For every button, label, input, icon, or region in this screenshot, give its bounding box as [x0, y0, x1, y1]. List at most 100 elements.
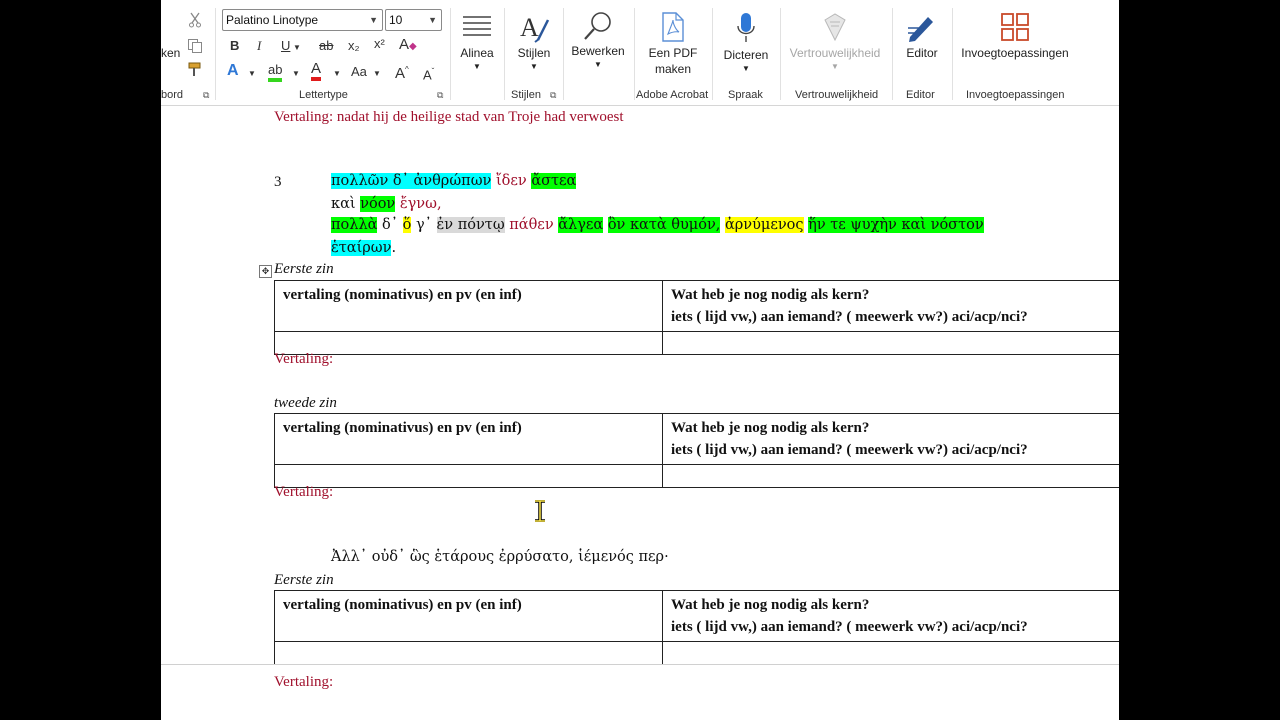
- font-group-label: Lettertype: [299, 89, 348, 101]
- grow-font-button[interactable]: A^: [395, 62, 409, 82]
- format-painter-icon[interactable]: [187, 62, 203, 78]
- paragraph-button[interactable]: Alinea ▼: [455, 10, 499, 80]
- table-header-right[interactable]: Wat heb je nog nodig als kern? iets ( lij…: [662, 590, 1119, 642]
- table-header-left[interactable]: vertaling (nominativus) en pv (en inf): [274, 280, 663, 332]
- chevron-down-icon[interactable]: ▼: [373, 66, 381, 82]
- translation-line-top[interactable]: Vertaling: nadat hij de heilige stad van…: [274, 109, 624, 126]
- analysis-table[interactable]: vertaling (nominativus) en pv (en inf) W…: [274, 413, 1119, 488]
- document-page[interactable]: Vertaling: nadat hij de heilige stad van…: [161, 106, 1119, 720]
- styles-button[interactable]: A Stijlen ▼: [510, 10, 558, 80]
- styles-group-label: Stijlen: [511, 89, 541, 101]
- underline-button[interactable]: U: [281, 38, 290, 54]
- greek-line-3[interactable]: πολλὰ δ᾽ ὅ γ᾽ ἐν πόντῳ πάθεν ἄλγεα ὃν κα…: [331, 217, 984, 233]
- table-cell[interactable]: [662, 464, 1119, 488]
- sensitivity-label-icon: [824, 13, 846, 42]
- chevron-down-icon[interactable]: ▼: [293, 40, 301, 56]
- chevron-down-icon: ▼: [742, 64, 750, 73]
- editor-button[interactable]: Editor: [897, 10, 947, 80]
- table-row: vertaling (nominativus) en pv (en inf) W…: [274, 280, 1119, 332]
- greek-line-1[interactable]: πολλῶν δ᾽ ἀνθρώπων ἴδεν ἄστεα: [331, 173, 577, 189]
- section-title[interactable]: Eerste zin: [274, 572, 334, 589]
- change-case-button[interactable]: Aa: [351, 64, 367, 80]
- cut-icon[interactable]: [188, 12, 202, 28]
- addins-group-label: Invoegtoepassingen: [966, 89, 1065, 101]
- shrink-font-button[interactable]: Aˇ: [423, 64, 434, 83]
- separator: [712, 8, 713, 100]
- section-title[interactable]: tweede zin: [274, 395, 337, 412]
- editing-button[interactable]: Bewerken ▼: [567, 10, 629, 80]
- greek-word: γ᾽: [415, 217, 432, 233]
- greek-word: ἄλγεα: [558, 217, 604, 233]
- table-header-left[interactable]: vertaling (nominativus) en pv (en inf): [274, 590, 663, 642]
- paste-button-label[interactable]: ken: [161, 46, 180, 60]
- separator: [450, 8, 451, 100]
- header-line-1: Wat heb je nog nodig als kern?: [671, 597, 870, 613]
- greek-line-5[interactable]: Ἀλλ᾽ οὐδ᾽ ὣς ἑτάρους ἐρρύσατο, ἱέμενός π…: [331, 549, 669, 565]
- font-size-combo[interactable]: 10 ▼: [385, 9, 442, 31]
- greek-word: ἥν τε ψυχὴν καὶ νόστον: [808, 217, 984, 233]
- greek-line-2[interactable]: καὶ νόον ἔγνω,: [331, 196, 442, 212]
- greek-word: ἄστεα: [531, 173, 577, 189]
- vertaling-label[interactable]: Vertaling:: [274, 484, 333, 501]
- italic-button[interactable]: I: [257, 38, 261, 54]
- greek-word: καὶ: [331, 196, 356, 212]
- table-header-left[interactable]: vertaling (nominativus) en pv (en inf): [274, 413, 663, 465]
- copy-icon[interactable]: [187, 38, 203, 54]
- vertaling-label[interactable]: Vertaling:: [274, 674, 333, 691]
- strikethrough-button[interactable]: ab: [319, 38, 333, 54]
- greek-word: ἔγνω,: [399, 196, 442, 212]
- table-row: [274, 464, 1119, 488]
- font-color-button[interactable]: A: [311, 61, 322, 81]
- table-cell[interactable]: [662, 331, 1119, 355]
- table-cell[interactable]: [662, 641, 1119, 665]
- table-header-right[interactable]: Wat heb je nog nodig als kern? iets ( lij…: [662, 280, 1119, 332]
- chevron-down-icon[interactable]: ▼: [333, 66, 341, 82]
- separator: [892, 8, 893, 100]
- font-name-combo[interactable]: Palatino Linotype ▼: [222, 9, 383, 31]
- microphone-icon: [737, 13, 755, 42]
- greek-punct: .: [391, 240, 397, 256]
- text-cursor-icon: [535, 500, 545, 522]
- greek-word: πολλῶν δ᾽ ἀνθρώπων: [331, 173, 492, 189]
- clipboard-dialog-launcher-icon[interactable]: ⧉: [203, 90, 209, 101]
- separator: [215, 8, 216, 100]
- subscript-button[interactable]: x₂: [348, 38, 360, 54]
- greek-word: ἑταίρων: [331, 240, 392, 256]
- clear-formatting-button[interactable]: A◆: [399, 37, 417, 55]
- section-title[interactable]: Eerste zin: [274, 261, 334, 278]
- header-line-2: iets ( lijd vw,) aan iemand? ( meewerk v…: [671, 619, 1028, 635]
- vertaling-label[interactable]: Vertaling:: [274, 351, 333, 368]
- table-cell[interactable]: [274, 641, 663, 665]
- font-dialog-launcher-icon[interactable]: ⧉: [437, 90, 443, 101]
- ribbon: ken bord ⧉ Palatino Linotype ▼ 10 ▼ B I …: [161, 0, 1119, 106]
- bold-button[interactable]: B: [230, 38, 239, 54]
- dictate-label: Dicteren: [723, 48, 769, 62]
- create-pdf-label-2: maken: [654, 62, 692, 76]
- paragraph-label: Alinea: [460, 46, 494, 60]
- highlight-color-button[interactable]: ab: [268, 62, 283, 82]
- greek-line-4[interactable]: ἑταίρων.: [331, 240, 396, 256]
- header-line-1: Wat heb je nog nodig als kern?: [671, 287, 870, 303]
- analysis-table[interactable]: vertaling (nominativus) en pv (en inf) W…: [274, 590, 1119, 665]
- table-header-right[interactable]: Wat heb je nog nodig als kern? iets ( lij…: [662, 413, 1119, 465]
- sensitivity-button[interactable]: Vertrouwelijkheid ▼: [785, 10, 885, 80]
- styles-dialog-launcher-icon[interactable]: ⧉: [550, 90, 556, 101]
- separator: [563, 8, 564, 100]
- superscript-button[interactable]: x²: [374, 36, 385, 52]
- addins-button[interactable]: Invoegtoepassingen: [957, 10, 1073, 80]
- table-move-handle-icon[interactable]: ✥: [259, 265, 272, 278]
- text-effects-button[interactable]: A: [227, 63, 239, 79]
- create-pdf-button[interactable]: Een PDF maken: [639, 10, 707, 82]
- line-number: 3: [274, 174, 282, 190]
- grow-font-icon: A: [395, 65, 406, 82]
- greek-word: δ᾽: [382, 217, 399, 233]
- dictate-button[interactable]: Dicteren ▼: [717, 10, 775, 80]
- greek-word: ἴδεν: [495, 173, 527, 189]
- analysis-table[interactable]: vertaling (nominativus) en pv (en inf) W…: [274, 280, 1119, 355]
- svg-text:A: A: [520, 13, 539, 42]
- greek-word: πάθεν: [509, 217, 554, 233]
- chevron-down-icon[interactable]: ▼: [292, 66, 300, 82]
- header-line-2: iets ( lijd vw,) aan iemand? ( meewerk v…: [671, 309, 1028, 325]
- header-line-1: Wat heb je nog nodig als kern?: [671, 420, 870, 436]
- chevron-down-icon[interactable]: ▼: [248, 66, 256, 82]
